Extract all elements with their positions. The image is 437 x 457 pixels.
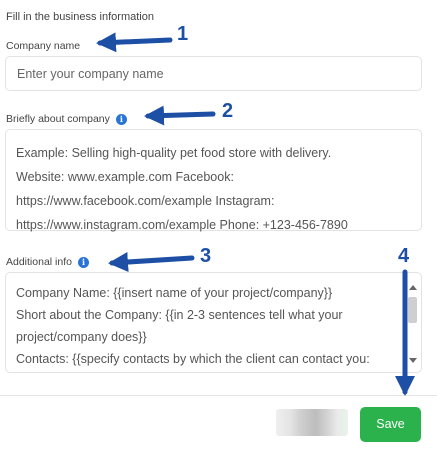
about-line: Example: Selling high-quality pet food s… xyxy=(16,146,332,160)
about-line: Website: www.example.com Facebook: xyxy=(16,170,234,184)
annotation-arrow-1 xyxy=(96,32,173,53)
about-company-textarea[interactable]: Example: Selling high-quality pet food s… xyxy=(5,129,422,232)
company-name-placeholder: Enter your company name xyxy=(17,67,164,81)
additional-line: Short about the Company: {{in 2-3 senten… xyxy=(16,308,343,322)
annotation-number-4: 4 xyxy=(398,245,410,267)
section-title: Fill in the business information xyxy=(6,11,154,23)
info-icon[interactable]: i xyxy=(77,256,89,268)
textarea-scrollbar[interactable] xyxy=(408,283,417,365)
scroll-up-icon[interactable] xyxy=(409,285,417,290)
annotation-number-2: 2 xyxy=(222,100,234,122)
blurred-button[interactable] xyxy=(276,409,348,436)
additional-line: Company Name: {{insert name of your proj… xyxy=(16,286,333,300)
about-line: https://www.instagram.com/example Phone:… xyxy=(16,218,348,232)
annotation-arrow-3 xyxy=(108,252,195,272)
scroll-down-icon[interactable] xyxy=(409,358,417,363)
additional-info-textarea[interactable]: Company Name: {{insert name of your proj… xyxy=(5,272,422,373)
annotation-number-1: 1 xyxy=(177,23,189,45)
about-line: https://www.facebook.com/example Instagr… xyxy=(16,194,275,208)
annotation-arrow-2 xyxy=(144,105,216,126)
additional-line: project/company does}} xyxy=(16,330,147,344)
additional-line: Contacts: {{specify contacts by which th… xyxy=(16,352,370,366)
about-company-label-text: Briefly about company xyxy=(6,113,110,125)
footer-divider xyxy=(0,395,437,396)
company-name-label: Company name xyxy=(6,40,80,52)
additional-info-label: Additional info i xyxy=(6,256,89,268)
save-button[interactable]: Save xyxy=(360,407,421,442)
annotation-number-3: 3 xyxy=(200,245,212,267)
company-name-input[interactable]: Enter your company name xyxy=(5,56,422,91)
additional-info-label-text: Additional info xyxy=(6,256,72,268)
info-icon[interactable]: i xyxy=(115,113,127,125)
about-company-label: Briefly about company i xyxy=(6,113,127,125)
scroll-thumb[interactable] xyxy=(408,297,417,323)
company-name-label-text: Company name xyxy=(6,40,81,52)
